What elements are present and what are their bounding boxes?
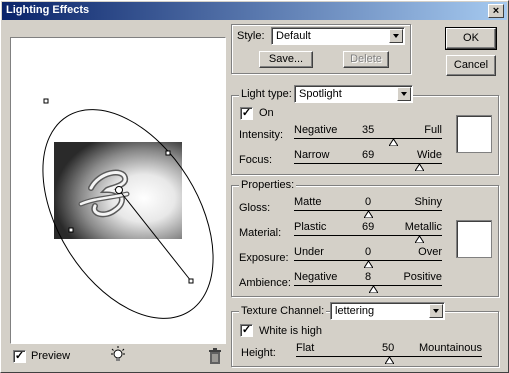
focus-min-label: Narrow (294, 149, 330, 161)
exposure-max-label: Over (418, 246, 442, 258)
intensity-track[interactable] (294, 138, 442, 139)
light-type-dropdown[interactable]: Spotlight (294, 85, 413, 103)
save-style-button[interactable]: Save... (259, 51, 313, 68)
exposure-thumb[interactable] (363, 261, 373, 268)
ellipse-handle-bottom[interactable] (188, 278, 194, 284)
height-slider[interactable]: Flat 50 Mountainous (296, 342, 482, 366)
exposure-label: Exposure: (239, 252, 289, 264)
material-max-label: Metallic (404, 221, 442, 233)
gloss-max-label: Shiny (414, 196, 442, 208)
intensity-label: Intensity: (239, 129, 284, 141)
height-value: 50 (382, 342, 395, 354)
chevron-down-icon[interactable] (389, 29, 403, 43)
intensity-value: 35 (362, 124, 375, 136)
light-color-swatch[interactable] (456, 115, 492, 153)
light-on-checkbox[interactable]: ✓ (240, 107, 253, 120)
ambience-track[interactable] (294, 285, 442, 286)
material-slider[interactable]: Plastic 69 Metallic (294, 221, 442, 245)
intensity-max-label: Full (424, 124, 442, 136)
chevron-down-icon[interactable] (397, 87, 411, 101)
cancel-button[interactable]: Cancel (446, 55, 496, 76)
height-thumb[interactable] (384, 357, 394, 364)
light-preview-image[interactable] (11, 38, 225, 343)
material-label: Material: (239, 227, 282, 239)
window-title: Lighting Effects (6, 4, 90, 16)
intensity-slider[interactable]: Negative 35 Full (294, 124, 442, 148)
focus-value: 69 (362, 149, 375, 161)
style-value: Default (276, 30, 311, 42)
focus-label: Focus: (239, 154, 273, 166)
ambience-max-label: Positive (403, 271, 442, 283)
ambience-label: Ambience: (239, 277, 291, 289)
ambient-color-swatch[interactable] (456, 220, 492, 258)
properties-title: Properties: (239, 179, 297, 191)
texture-channel-dropdown[interactable]: lettering (330, 302, 445, 320)
exposure-value: 0 (365, 246, 372, 258)
chevron-down-icon[interactable] (429, 304, 443, 318)
texture-channel-value: lettering (335, 305, 375, 317)
delete-style-button[interactable]: Delete (343, 51, 389, 68)
lighting-effects-dialog: Lighting Effects × ✓ Preview Style: Defa… (0, 0, 509, 373)
light-on-label: On (259, 107, 274, 119)
light-bulb-icon[interactable] (109, 346, 127, 364)
exposure-slider[interactable]: Under 0 Over (294, 246, 442, 270)
title-bar[interactable]: Lighting Effects × (2, 2, 507, 20)
style-label: Style: (237, 30, 265, 42)
ok-button[interactable]: OK (445, 27, 497, 50)
height-label: Height: (241, 347, 276, 359)
gloss-min-label: Matte (294, 196, 322, 208)
height-min-label: Flat (296, 342, 315, 354)
preview-checkbox[interactable]: ✓ (13, 350, 26, 363)
light-type-label: Light type: (239, 88, 294, 100)
height-max-label: Mountainous (419, 342, 482, 354)
intensity-thumb[interactable] (388, 139, 398, 146)
gloss-thumb[interactable] (363, 211, 373, 218)
focus-max-label: Wide (416, 149, 442, 161)
exposure-min-label: Under (294, 246, 324, 258)
ellipse-handle-left[interactable] (68, 227, 74, 233)
ellipse-handle-right[interactable] (165, 150, 171, 156)
close-button[interactable]: × (488, 4, 504, 18)
gloss-value: 0 (365, 196, 372, 208)
light-center-handle[interactable] (115, 186, 123, 194)
material-thumb[interactable] (415, 236, 425, 243)
preview-label: Preview (31, 350, 71, 362)
material-min-label: Plastic (294, 221, 327, 233)
light-type-value: Spotlight (299, 88, 342, 100)
ambience-thumb[interactable] (369, 286, 379, 293)
ambience-value: 8 (365, 271, 372, 283)
intensity-min-label: Negative (294, 124, 338, 136)
white-is-high-checkbox[interactable]: ✓ (240, 324, 253, 337)
material-value: 69 (362, 221, 375, 233)
gloss-label: Gloss: (239, 202, 271, 214)
gloss-slider[interactable]: Matte 0 Shiny (294, 196, 442, 220)
focus-thumb[interactable] (415, 164, 425, 171)
ambience-slider[interactable]: Negative 8 Positive (294, 271, 442, 295)
style-dropdown[interactable]: Default (271, 27, 405, 45)
texture-channel-label: Texture Channel: (239, 305, 327, 317)
trash-icon[interactable] (208, 348, 222, 364)
white-is-high-label: White is high (259, 325, 322, 337)
focus-slider[interactable]: Narrow 69 Wide (294, 149, 442, 173)
preview-canvas[interactable] (10, 37, 226, 344)
ellipse-handle-top[interactable] (43, 98, 49, 104)
ambience-min-label: Negative (294, 271, 338, 283)
